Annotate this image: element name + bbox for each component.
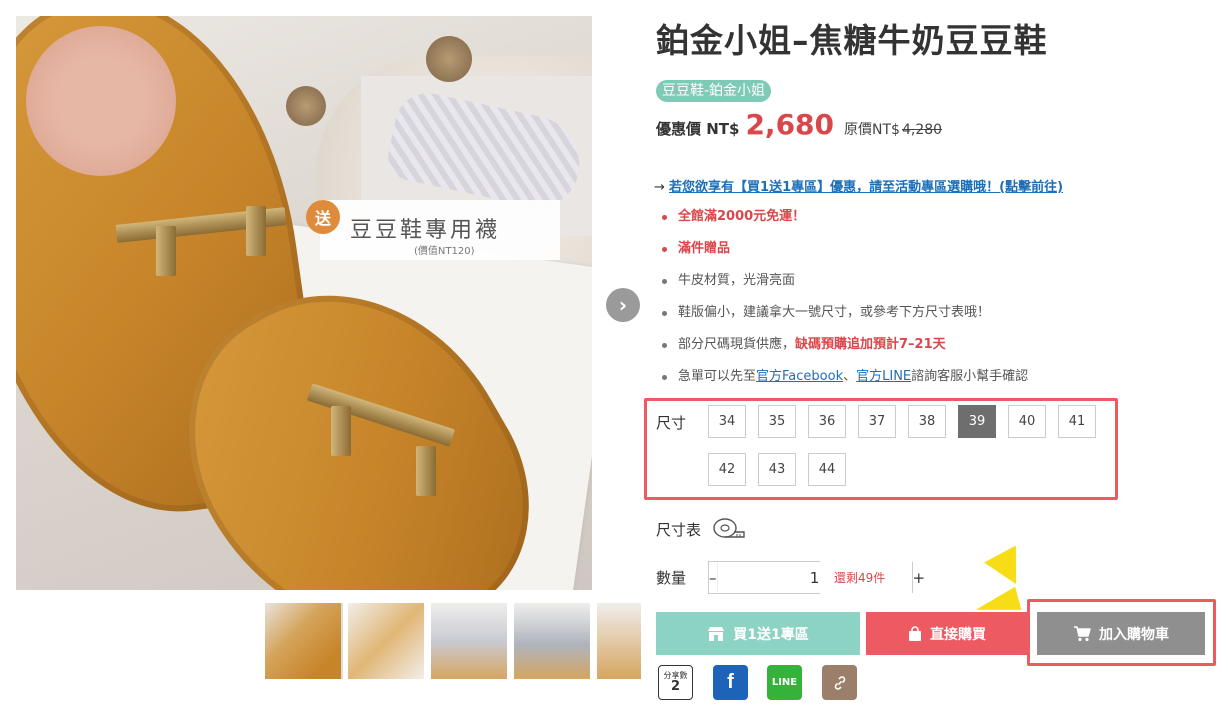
promo-gift-badge: 送 [306, 200, 340, 234]
thumbnail-3[interactable] [431, 603, 507, 679]
bogo-promo-link[interactable]: 若您欲享有【買1送1專區】優惠，請至活動專區選購哦！(點擊前往) [669, 180, 1063, 195]
share-count-value: 2 [670, 679, 681, 694]
thumbnail-1[interactable] [265, 603, 343, 679]
dried-flower [426, 36, 472, 82]
size-chart-label[interactable]: 尺寸表 [656, 519, 701, 540]
thumbnail-5[interactable] [597, 603, 641, 679]
bogo-zone-label: 買1送1專區 [733, 626, 809, 643]
original-price: 4,280 [901, 122, 943, 138]
size-options: 34 35 36 37 38 39 40 41 42 43 44 [708, 405, 1108, 486]
product-main-image[interactable]: 送 豆豆鞋專用襪 (價值NT120) [16, 16, 592, 590]
shoe-buckle [156, 226, 176, 276]
thumbnail-strip [265, 603, 641, 679]
promo-subtitle: (價值NT120) [414, 246, 475, 257]
original-price-label: 原價NT$ [844, 122, 900, 138]
buy-now-label: 直接購買 [930, 626, 986, 643]
add-to-cart-button[interactable]: 加入購物車 [1037, 612, 1205, 655]
list-item: 鞋版偏小，建議拿大一號尺寸，或參考下方尺寸表哦！ [662, 302, 1028, 334]
bogo-promo-notice: → 若您欲享有【買1送1專區】優惠，請至活動專區選購哦！(點擊前往) [654, 176, 1063, 195]
quantity-label: 數量 [656, 569, 687, 587]
product-title: 鉑金小姐–焦糖牛奶豆豆鞋 [656, 21, 1048, 60]
thumbnail-4[interactable] [514, 603, 590, 679]
size-option-37[interactable]: 37 [858, 405, 896, 438]
line-share-icon[interactable]: LINE [767, 665, 802, 700]
shoe-insole [26, 26, 176, 176]
preorder-notice: 缺碼預購追加預計7–21天 [795, 337, 946, 352]
list-item: 部分尺碼現貨供應，缺碼預購追加預計7–21天 [662, 334, 1028, 366]
arrow-right-icon: → [654, 180, 665, 195]
quantity-decrease-button[interactable]: – [709, 562, 717, 593]
line-link[interactable]: 官方LINE [856, 369, 911, 384]
cart-icon [1074, 625, 1091, 641]
stock-remaining: 還剩49件 [834, 571, 886, 585]
thumbnail-2[interactable] [348, 603, 424, 679]
list-item: 全館滿2000元免運！ [662, 206, 1028, 238]
list-item-text: 急單可以先至 [678, 369, 757, 384]
size-option-42[interactable]: 42 [708, 453, 746, 486]
list-item: 急單可以先至官方Facebook、官方LINE諮詢客服小幫手確認 [662, 366, 1028, 398]
product-feature-list: 全館滿2000元免運！ 滿件贈品 牛皮材質，光滑亮面 鞋版偏小，建議拿大一號尺寸… [662, 206, 1028, 398]
add-to-cart-label: 加入購物車 [1099, 626, 1169, 643]
list-item-text: 諮詢客服小幫手確認 [911, 369, 1029, 384]
facebook-share-icon[interactable]: f [713, 665, 748, 700]
next-image-arrow-icon[interactable]: › [606, 288, 640, 322]
size-option-38[interactable]: 38 [908, 405, 946, 438]
sale-price: 2,680 [745, 108, 835, 141]
attention-marker [984, 545, 1032, 593]
buy-now-button[interactable]: 直接購買 [866, 612, 1028, 655]
quantity-stepper: – + [708, 561, 925, 594]
list-item-text: 、 [843, 369, 857, 384]
price-label: 優惠價 NT$ [656, 120, 740, 138]
link-icon[interactable] [822, 665, 857, 700]
chain-link-icon [834, 675, 845, 690]
size-option-44[interactable]: 44 [808, 453, 846, 486]
price-row: 優惠價 NT$ 2,680 原價NT$ 4,280 [656, 108, 942, 141]
share-count-badge: 分享數 2 [658, 665, 693, 700]
size-option-43[interactable]: 43 [758, 453, 796, 486]
quantity-increase-button[interactable]: + [913, 562, 926, 593]
size-option-36[interactable]: 36 [808, 405, 846, 438]
shoe-buckle [416, 446, 436, 496]
size-option-35[interactable]: 35 [758, 405, 796, 438]
shopping-bag-icon [909, 625, 921, 641]
size-option-34[interactable]: 34 [708, 405, 746, 438]
shoe-buckle [331, 406, 351, 456]
promo-title: 豆豆鞋專用襪 [350, 218, 501, 243]
size-option-41[interactable]: 41 [1058, 405, 1096, 438]
facebook-link[interactable]: 官方Facebook [756, 369, 843, 384]
list-item-text: 部分尺碼現貨供應， [678, 337, 796, 352]
shoe-buckle [246, 206, 266, 256]
size-option-39[interactable]: 39 [958, 405, 996, 438]
size-label: 尺寸 [656, 414, 687, 432]
product-category-tag[interactable]: 豆豆鞋-鉑金小姐 [656, 80, 772, 102]
store-icon [708, 626, 725, 641]
list-item: 牛皮材質，光滑亮面 [662, 270, 1028, 302]
measuring-tape-icon[interactable] [712, 516, 746, 540]
bogo-zone-button[interactable]: 買1送1專區 [656, 612, 860, 655]
dried-flower [286, 86, 326, 126]
size-option-40[interactable]: 40 [1008, 405, 1046, 438]
list-item: 滿件贈品 [662, 238, 1028, 270]
